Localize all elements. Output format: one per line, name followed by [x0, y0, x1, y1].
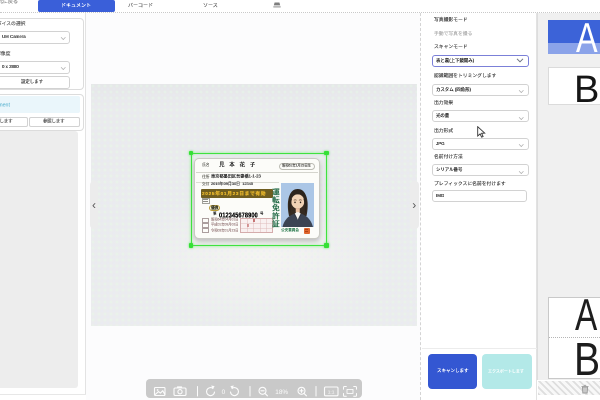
svg-text:18%: 18%	[275, 389, 288, 396]
svg-text:1:1: 1:1	[328, 390, 335, 396]
svg-text:0: 0	[222, 389, 226, 396]
